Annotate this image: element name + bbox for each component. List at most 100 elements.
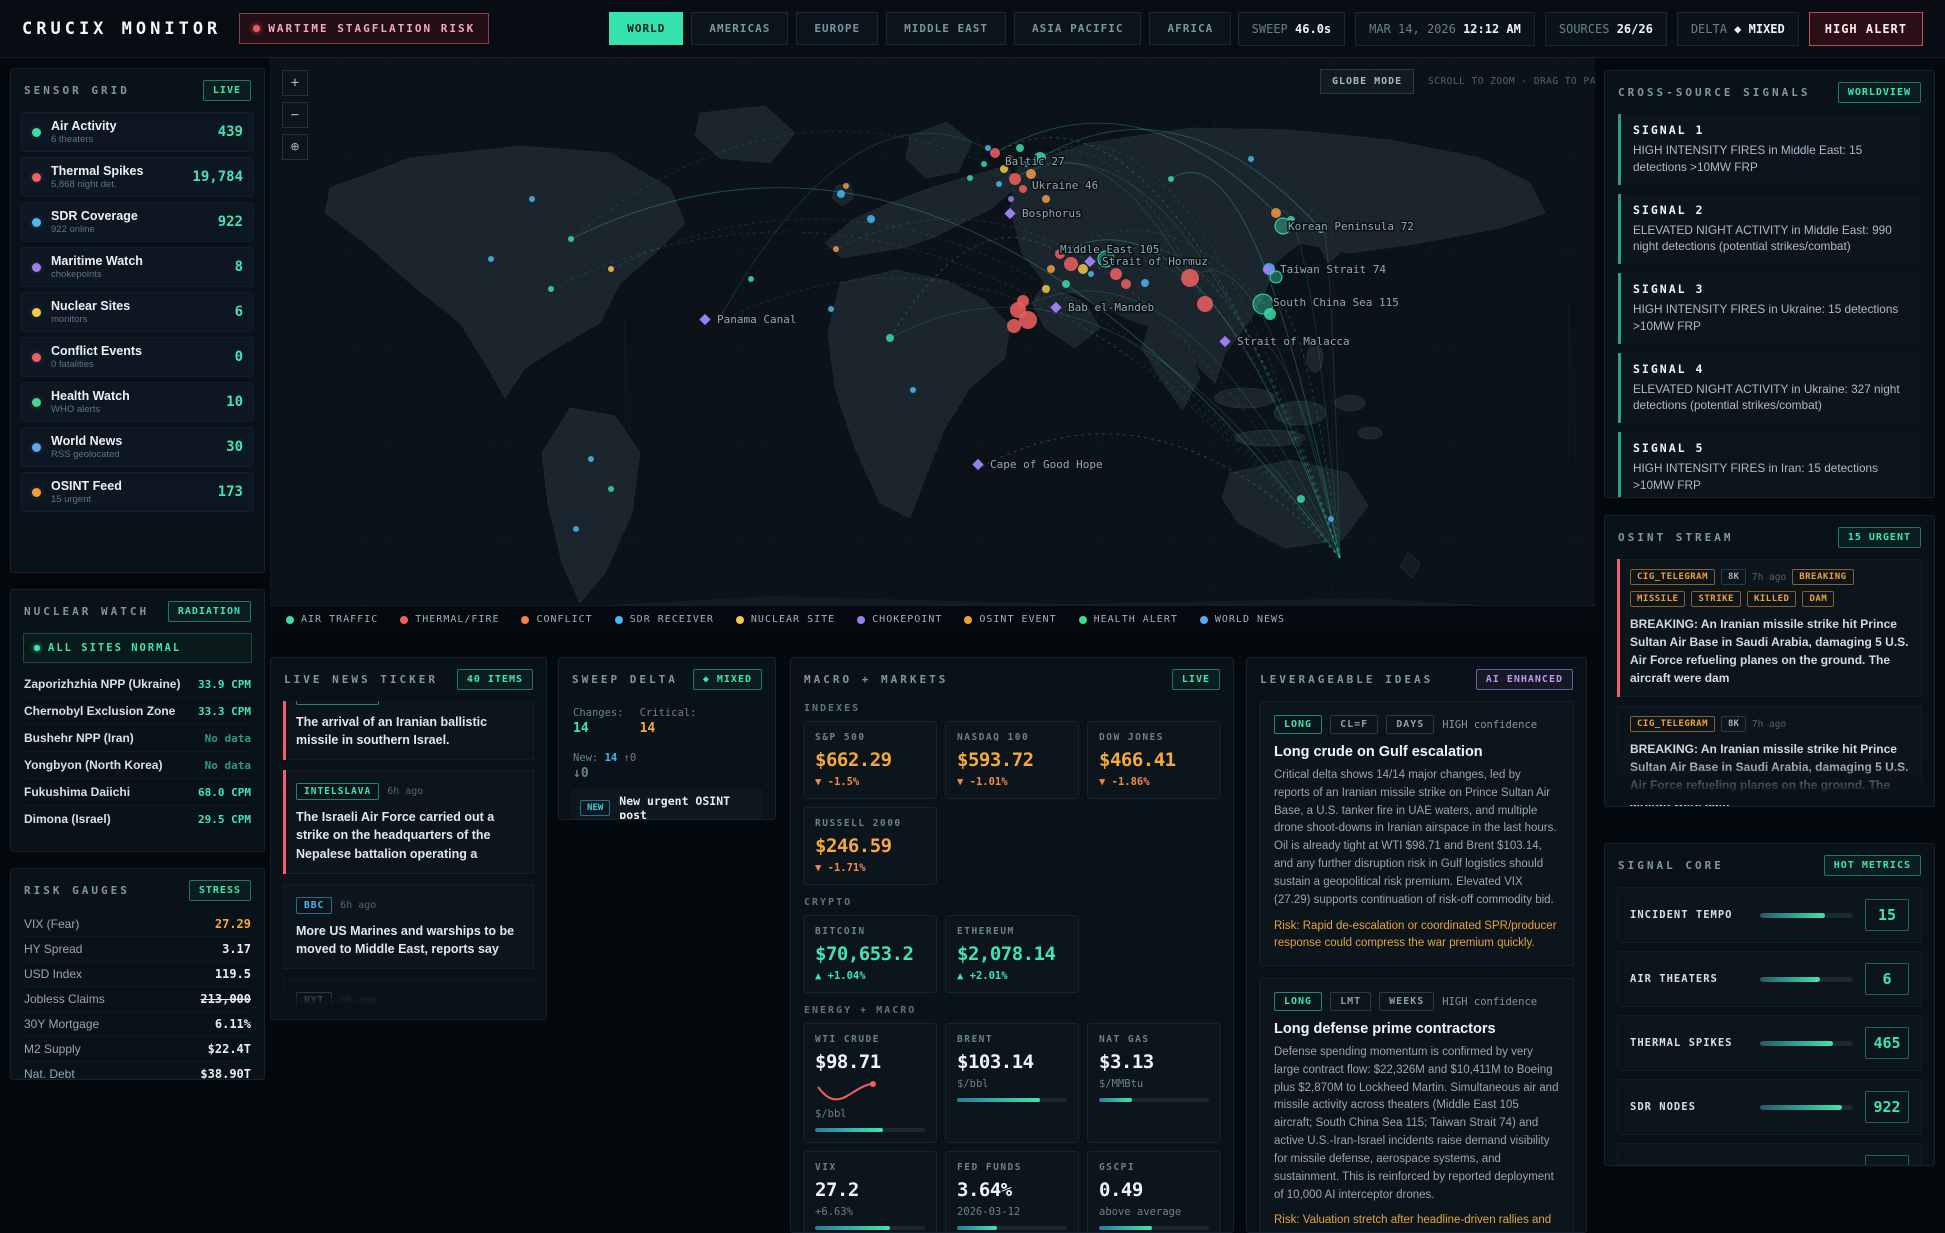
tab-world[interactable]: WORLD: [609, 12, 683, 45]
map-event-dot[interactable]: [1264, 308, 1276, 320]
map-event-dot[interactable]: [981, 161, 987, 167]
sensor-sub: chokepoints: [51, 269, 143, 280]
map-event-dot[interactable]: [1121, 279, 1131, 289]
risk-gauge-row: VIX (Fear)27.29: [23, 912, 252, 937]
market-card[interactable]: BITCOIN$70,653.2▲ +1.04%: [803, 915, 937, 993]
map-event-dot[interactable]: [1110, 268, 1122, 280]
map-event-dot[interactable]: [837, 190, 845, 198]
map-event-dot[interactable]: [867, 215, 875, 223]
map-event-dot[interactable]: [990, 148, 1000, 158]
map-event-dot[interactable]: [488, 256, 494, 262]
metric-value: 922: [1865, 1091, 1909, 1123]
map-event-dot[interactable]: [1168, 176, 1174, 182]
map-event-dot[interactable]: [1271, 208, 1281, 218]
osint-post[interactable]: CIG_TELEGRAM8K7h agoBREAKINGMISSILESTRIK…: [1617, 559, 1922, 697]
sensor-row[interactable]: Nuclear Sitesmonitors6: [21, 292, 254, 332]
sweep-change-row[interactable]: NEWNew urgent OSINT post: [571, 789, 763, 820]
market-card[interactable]: VIX27.2+6.63%: [803, 1151, 937, 1233]
map-event-dot[interactable]: [1026, 169, 1036, 179]
map-event-dot[interactable]: [1248, 156, 1254, 162]
map-event-dot[interactable]: [1181, 269, 1199, 287]
map-event-dot[interactable]: [886, 334, 894, 342]
map-event-dot[interactable]: [1047, 265, 1055, 273]
map-event-dot[interactable]: [996, 181, 1002, 187]
map-event-dot[interactable]: [1007, 319, 1021, 333]
map-event-dot[interactable]: [1064, 257, 1078, 271]
map-event-dot[interactable]: [1297, 495, 1305, 503]
map-event-dot[interactable]: [608, 486, 614, 492]
osint-post-list[interactable]: CIG_TELEGRAM8K7h agoBREAKINGMISSILESTRIK…: [1605, 559, 1934, 807]
sensor-row[interactable]: Conflict Events0 fatalities0: [21, 337, 254, 377]
map-event-dot[interactable]: [1017, 295, 1029, 307]
sweep-stat-label: New: 14 ↑0: [573, 752, 636, 764]
map-event-dot[interactable]: [1197, 296, 1213, 312]
map-event-dot[interactable]: [1042, 195, 1050, 203]
map-event-dot[interactable]: [1088, 271, 1094, 277]
map-event-dot[interactable]: [573, 526, 579, 532]
idea-card[interactable]: LONGLMTWEEKSHIGH confidenceLong defense …: [1259, 978, 1574, 1233]
osint-post[interactable]: CIG_TELEGRAM8K7h agoBREAKING: An Iranian…: [1617, 706, 1922, 807]
sensor-row[interactable]: World NewsRSS geolocated30: [21, 427, 254, 467]
market-card[interactable]: DOW JONES$466.41▼ -1.86%: [1087, 721, 1221, 799]
tab-middle-east[interactable]: MIDDLE EAST: [886, 12, 1006, 45]
sensor-row[interactable]: Air Activity6 theaters439: [21, 112, 254, 152]
globe-mode-button[interactable]: GLOBE MODE: [1320, 69, 1414, 94]
market-card[interactable]: S&P 500$662.29▼ -1.5%: [803, 721, 937, 799]
news-item[interactable]: NYT6h agoA New Trump Envoy Stirs Fears o…: [283, 979, 534, 1012]
map-event-dot[interactable]: [833, 246, 839, 252]
map-event-dot[interactable]: [967, 175, 973, 181]
news-item[interactable]: INTELSLAVA6h agoThe Israeli Air Force ca…: [283, 770, 534, 873]
map-event-dot[interactable]: [588, 456, 594, 462]
map-event-dot[interactable]: [1016, 144, 1024, 152]
tab-americas[interactable]: AMERICAS: [691, 12, 788, 45]
news-list[interactable]: INTELSLAVA6h agoThe arrival of an Irania…: [271, 701, 546, 1012]
sensor-row[interactable]: SDR Coverage922 online922: [21, 202, 254, 242]
map-event-dot[interactable]: [608, 266, 614, 272]
map-event-dot[interactable]: [548, 286, 554, 292]
market-card[interactable]: GSCPI0.49above average: [1087, 1151, 1221, 1233]
map-event-dot[interactable]: [1019, 185, 1027, 193]
tab-africa[interactable]: AFRICA: [1149, 12, 1231, 45]
map-event-dot[interactable]: [1062, 280, 1070, 288]
market-card[interactable]: BRENT$103.14$/bbl: [945, 1023, 1079, 1143]
map-event-dot[interactable]: [1078, 264, 1088, 274]
zoom-out-button[interactable]: −: [282, 102, 308, 128]
sensor-row[interactable]: Maritime Watchchokepoints8: [21, 247, 254, 287]
sensor-row[interactable]: Health WatchWHO alerts10: [21, 382, 254, 422]
map-event-dot[interactable]: [843, 183, 849, 189]
news-item[interactable]: BBC6h agoMore US Marines and warships to…: [283, 884, 534, 969]
market-card[interactable]: ETHEREUM$2,078.14▲ +2.01%: [945, 915, 1079, 993]
sensor-row[interactable]: Thermal Spikes5,868 night det.19,784: [21, 157, 254, 197]
map-event-dot[interactable]: [529, 196, 535, 202]
map-event-dot[interactable]: [828, 306, 834, 312]
map-event-dot[interactable]: [910, 387, 916, 393]
top-header: CRUCIX MONITOR WARTIME STAGFLATION RISK …: [0, 0, 1945, 58]
map-event-dot[interactable]: [1019, 311, 1037, 329]
market-card[interactable]: RUSSELL 2000$246.59▼ -1.71%: [803, 807, 937, 885]
map-event-dot[interactable]: [1008, 196, 1014, 202]
market-card-bar: [815, 1226, 925, 1230]
news-item[interactable]: INTELSLAVA6h agoThe arrival of an Irania…: [283, 701, 534, 760]
idea-card[interactable]: LONGCL=FDAYSHIGH confidenceLong crude on…: [1259, 701, 1574, 966]
map-event-dot[interactable]: [1042, 285, 1050, 293]
risk-gauge-row: USD Index119.5: [23, 962, 252, 987]
sensor-row[interactable]: OSINT Feed15 urgent173: [21, 472, 254, 512]
market-card[interactable]: WTI CRUDE$98.71$/bbl: [803, 1023, 937, 1143]
map-canvas[interactable]: Baltic 27Ukraine 46BosphorusMiddle East …: [270, 58, 1595, 633]
tab-europe[interactable]: EUROPE: [796, 12, 878, 45]
map-event-dot[interactable]: [1328, 516, 1334, 522]
recenter-button[interactable]: ⊕: [282, 134, 308, 160]
market-card[interactable]: FED FUNDS3.64%2026-03-12: [945, 1151, 1079, 1233]
sensor-status-dot-icon: [32, 308, 41, 317]
map-event-dot[interactable]: [1009, 173, 1021, 185]
world-map[interactable]: Baltic 27Ukraine 46BosphorusMiddle East …: [270, 58, 1595, 633]
market-card[interactable]: NASDAQ 100$593.72▼ -1.01%: [945, 721, 1079, 799]
map-event-dot[interactable]: [985, 145, 991, 151]
zoom-in-button[interactable]: +: [282, 70, 308, 96]
map-event-dot[interactable]: [568, 236, 574, 242]
map-event-dot[interactable]: [1141, 279, 1149, 287]
items-count-badge: 40 ITEMS: [457, 669, 533, 690]
tab-asia-pacific[interactable]: ASIA PACIFIC: [1014, 12, 1141, 45]
market-card[interactable]: NAT GAS$3.13$/MMBtu: [1087, 1023, 1221, 1143]
map-event-dot[interactable]: [748, 276, 754, 282]
